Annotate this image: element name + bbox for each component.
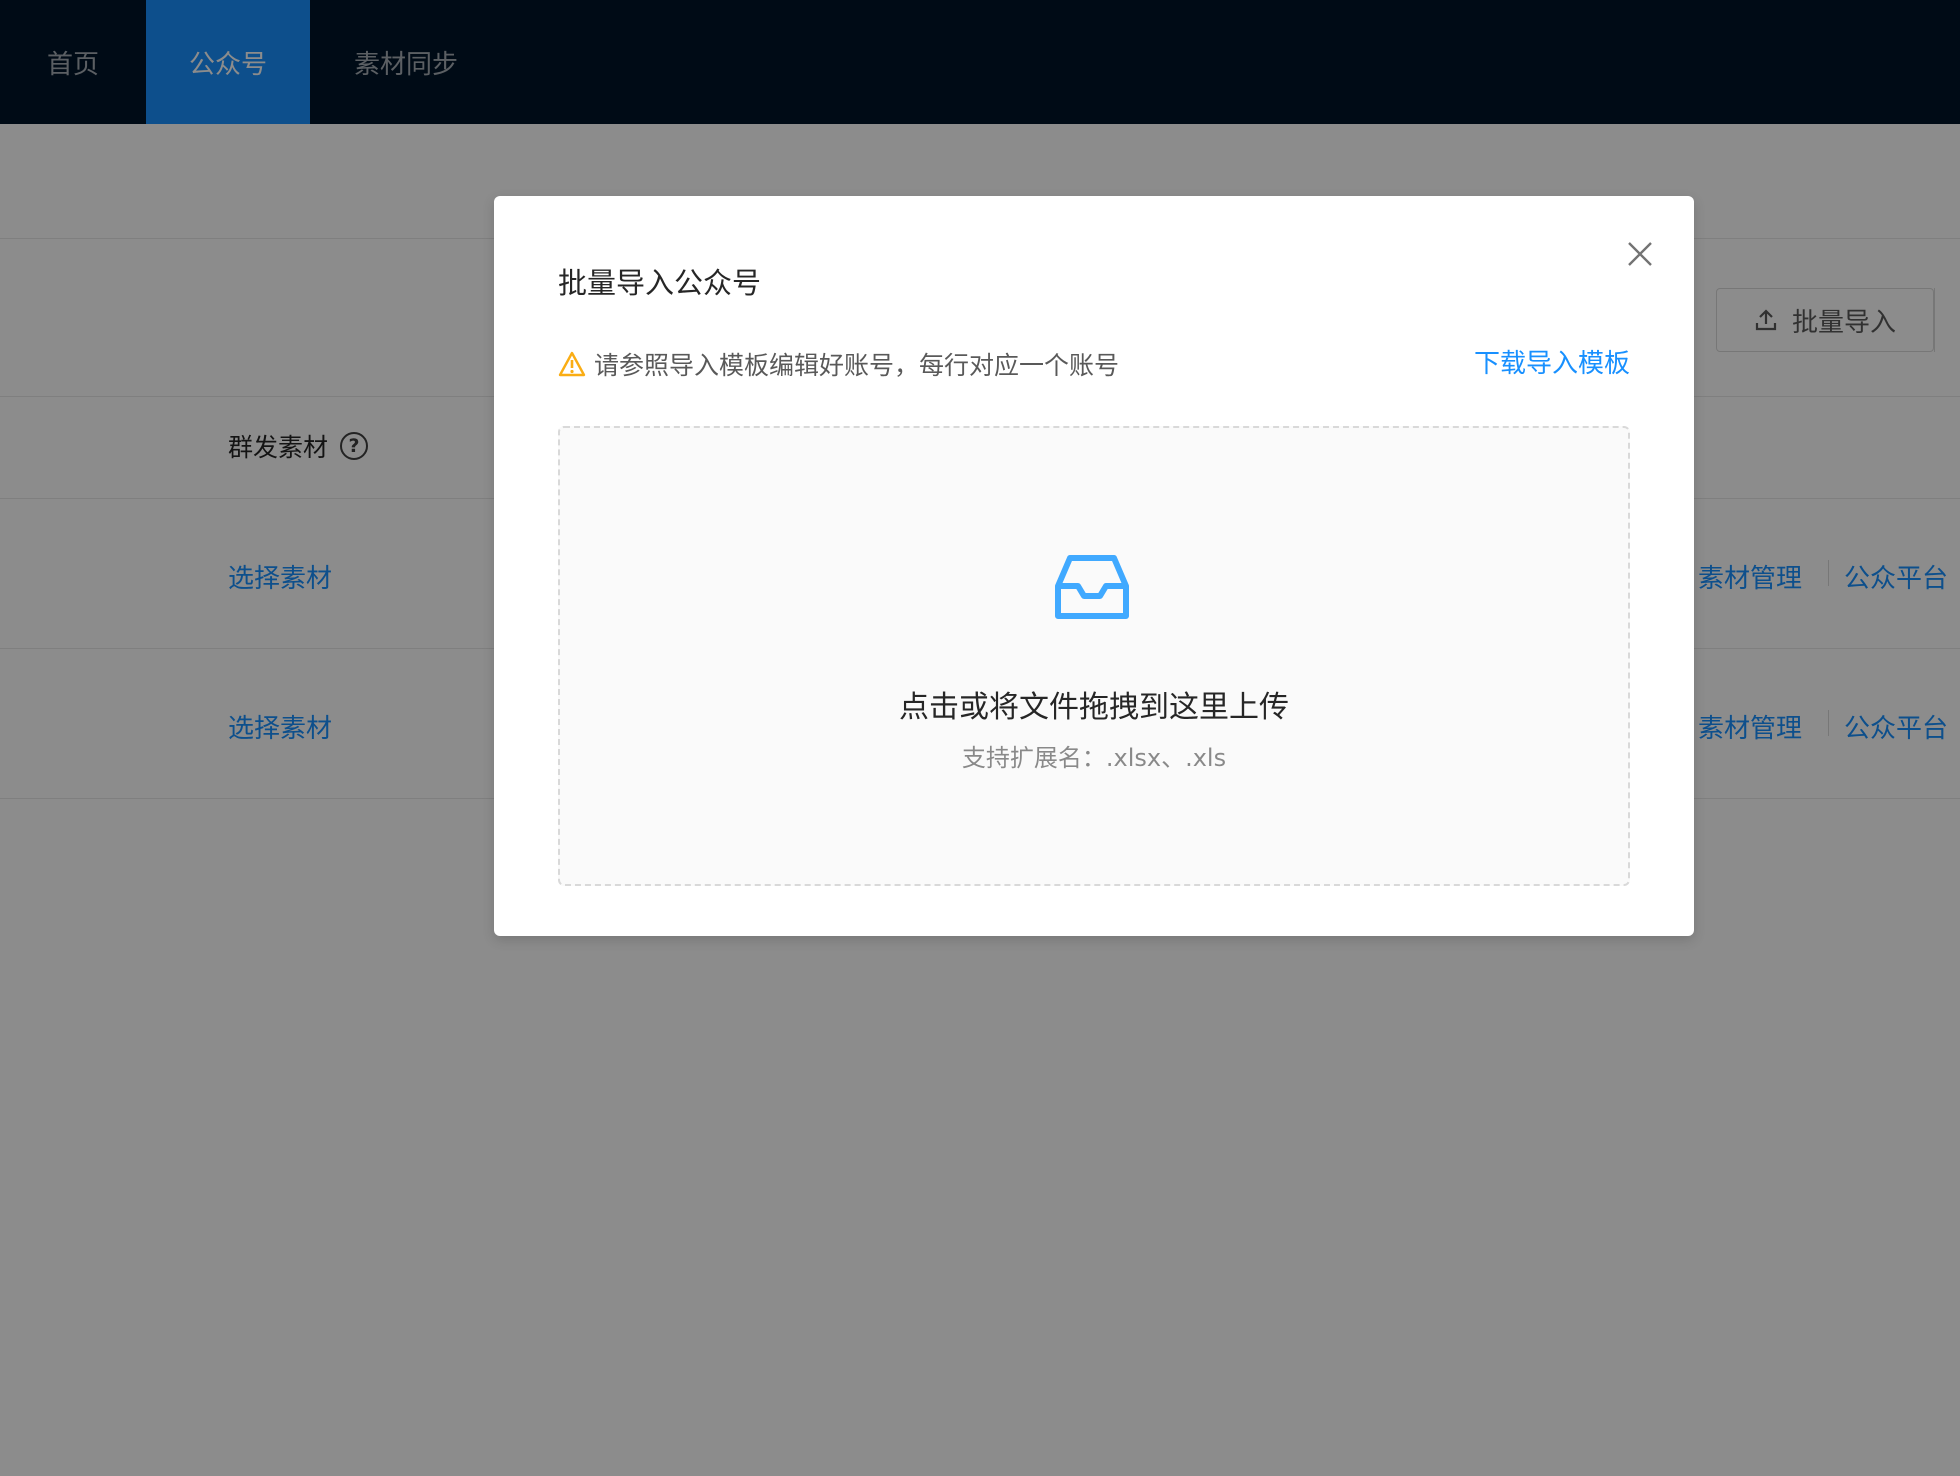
download-template-link[interactable]: 下载导入模板 — [1474, 346, 1630, 382]
upload-dropzone[interactable]: 点击或将文件拖拽到这里上传 支持扩展名：.xlsx、.xls — [558, 426, 1630, 886]
close-icon — [1628, 242, 1652, 266]
modal-title: 批量导入公众号 — [558, 266, 762, 300]
upload-hint: 支持扩展名：.xlsx、.xls — [961, 744, 1227, 772]
upload-text: 点击或将文件拖拽到这里上传 — [899, 690, 1289, 725]
close-button[interactable] — [1620, 234, 1660, 274]
import-modal: 批量导入公众号 请参照导入模板编辑好账号，每行对应一个账号 下载导入模板 点击或… — [494, 196, 1694, 936]
warning-message: 请参照导入模板编辑好账号，每行对应一个账号 — [558, 346, 1119, 382]
warning-icon — [558, 351, 586, 377]
inbox-icon — [1055, 555, 1129, 619]
warning-text: 请参照导入模板编辑好账号，每行对应一个账号 — [594, 351, 1120, 380]
